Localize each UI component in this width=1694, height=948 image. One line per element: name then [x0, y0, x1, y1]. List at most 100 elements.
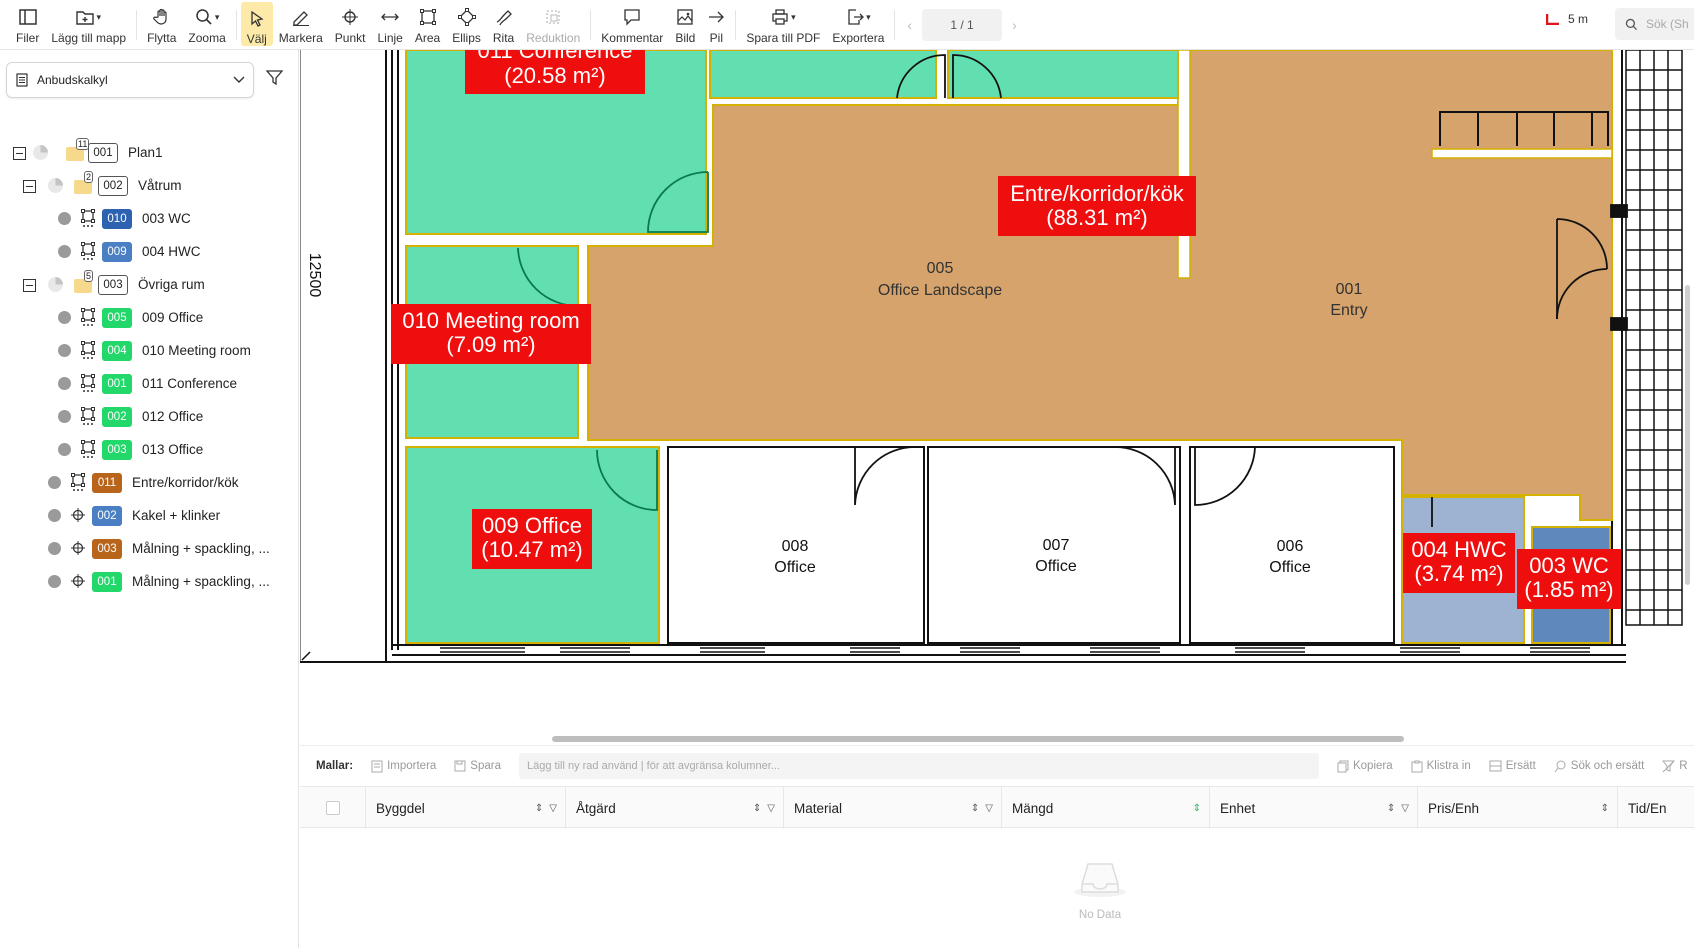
tree-node-004-hwc[interactable]: 009 004 HWC — [0, 239, 299, 265]
tree-node-010-meeting-room[interactable]: 004 010 Meeting room — [0, 338, 299, 364]
tree-node-plan1[interactable]: 11 001 Plan1 — [0, 138, 299, 166]
filter-icon[interactable]: ▽ — [549, 803, 557, 814]
floor-plan[interactable]: 12500 005 Office Landscape 001 Entry 008… — [300, 50, 1694, 738]
draw-button[interactable]: Rita — [487, 0, 520, 48]
tree-node-malning-2[interactable]: 001 Målning + spackling, ... — [0, 569, 299, 595]
filter-icon[interactable] — [266, 70, 283, 86]
tree-node-entre-korridor-kok[interactable]: 011 Entre/korridor/kök — [0, 470, 299, 496]
paste-button[interactable]: Klistra in — [1411, 760, 1471, 773]
zoom-button[interactable]: ▾ Zooma — [182, 0, 231, 48]
sort-icon[interactable]: ⇕ — [535, 803, 543, 814]
files-button[interactable]: Filer — [10, 0, 45, 48]
column-header-enhet[interactable]: Enhet ⇕ ▽ — [1210, 787, 1418, 829]
search-placeholder: Sök (Sh — [1646, 17, 1689, 31]
comment-button[interactable]: Kommentar — [595, 0, 669, 48]
tree-node-vatrum[interactable]: 2 002 Våtrum — [0, 171, 299, 199]
export-button[interactable]: ▾ Exportera — [826, 0, 890, 48]
collapse-toggle-icon[interactable] — [23, 180, 36, 193]
reduction-label: Reduktion — [526, 31, 581, 45]
add-map-button[interactable]: ▾ Lägg till mapp — [45, 0, 132, 48]
code-badge: 004 — [102, 341, 132, 361]
replace-button[interactable]: Ersätt — [1489, 760, 1536, 772]
visibility-dot-icon[interactable] — [58, 212, 71, 225]
tree-node-malning-1[interactable]: 003 Målning + spackling, ... — [0, 536, 299, 562]
copy-button[interactable]: Kopiera — [1337, 760, 1393, 773]
prev-page-icon[interactable]: ‹ — [907, 17, 912, 33]
sort-icon[interactable]: ⇕ — [1387, 803, 1395, 814]
horizontal-scrollbar[interactable] — [552, 736, 1404, 742]
next-page-icon[interactable]: › — [1012, 17, 1017, 33]
draw-label: Rita — [492, 31, 515, 45]
column-header-tid-enh[interactable]: Tid/En — [1618, 787, 1694, 829]
tree-node-kakel-klinker[interactable]: 002 Kakel + klinker — [0, 503, 299, 529]
sort-icon[interactable]: ⇕ — [971, 803, 979, 814]
filter-icon[interactable]: ▽ — [985, 803, 993, 814]
select-all-checkbox[interactable] — [325, 801, 340, 815]
visibility-state-icon[interactable] — [48, 277, 63, 292]
filter-icon[interactable]: ▽ — [767, 803, 775, 814]
drawing-canvas[interactable]: 12500 005 Office Landscape 001 Entry 008… — [300, 50, 1694, 738]
visibility-dot-icon[interactable] — [48, 476, 61, 489]
new-row-input[interactable]: Lägg till ny rad använd | för att avgrän… — [518, 753, 1319, 779]
room-012-office[interactable] — [709, 50, 937, 99]
import-button[interactable]: Importera — [371, 760, 436, 773]
visibility-state-icon[interactable] — [33, 145, 48, 160]
save-template-button[interactable]: Spara — [454, 760, 501, 772]
room-number: 005 — [927, 260, 954, 277]
point-button[interactable]: Punkt — [329, 0, 372, 48]
room-013-office[interactable] — [947, 50, 1179, 99]
visibility-state-icon[interactable] — [48, 178, 63, 193]
folder-icon: 5 — [74, 270, 94, 293]
code-badge: 002 — [102, 407, 132, 427]
vertical-scrollbar[interactable] — [1685, 285, 1690, 585]
tree-node-011-conference[interactable]: 001 011 Conference — [0, 371, 299, 397]
tree-node-013-office[interactable]: 003 013 Office — [0, 437, 299, 463]
reduction-icon — [546, 10, 560, 24]
filter-icon[interactable]: ▽ — [1401, 803, 1409, 814]
more-button[interactable]: R — [1662, 760, 1688, 773]
line-button[interactable]: Linje — [371, 0, 408, 48]
column-header-atgard[interactable]: Åtgärd ⇕ ▽ — [566, 787, 784, 829]
column-header-pris-enh[interactable]: Pris/Enh ⇕ — [1418, 787, 1618, 829]
visibility-dot-icon[interactable] — [58, 410, 71, 423]
visibility-dot-icon[interactable] — [58, 443, 71, 456]
collapse-toggle-icon[interactable] — [23, 279, 36, 292]
visibility-dot-icon[interactable] — [48, 542, 61, 555]
column-header-material[interactable]: Material ⇕ ▽ — [784, 787, 1002, 829]
visibility-dot-icon[interactable] — [48, 575, 61, 588]
tree-node-label: 004 HWC — [142, 244, 201, 259]
save-pdf-button[interactable]: ▾ Spara till PDF — [740, 0, 826, 48]
image-button[interactable]: Bild — [669, 0, 701, 48]
page-indicator[interactable]: 1 / 1 — [922, 9, 1003, 41]
tree-node-009-office[interactable]: 005 009 Office — [0, 305, 299, 331]
reduction-button[interactable]: Reduktion — [520, 0, 586, 48]
column-header-byggdel[interactable]: Byggdel ⇕ ▽ — [366, 787, 566, 829]
sort-icon[interactable]: ⇕ — [1193, 803, 1201, 814]
move-button[interactable]: Flytta — [141, 0, 182, 48]
ellipse-label: Ellips — [452, 31, 481, 45]
tree-node-012-office[interactable]: 002 012 Office — [0, 404, 299, 430]
tree-node-ovriga-rum[interactable]: 5 003 Övriga rum — [0, 270, 299, 298]
search-input[interactable]: Sök (Sh — [1615, 8, 1694, 40]
select-button[interactable]: Välj — [240, 2, 273, 46]
chevron-down-icon: ▾ — [866, 11, 871, 22]
mark-button[interactable]: Markera — [273, 0, 329, 48]
point-label: Punkt — [334, 31, 366, 45]
visibility-dot-icon[interactable] — [58, 344, 71, 357]
column-header-mangd[interactable]: Mängd ⇕ — [1002, 787, 1210, 829]
visibility-dot-icon[interactable] — [58, 311, 71, 324]
visibility-dot-icon[interactable] — [48, 509, 61, 522]
code-badge: 003 — [102, 440, 132, 460]
tree-node-003-wc[interactable]: 010 003 WC — [0, 206, 299, 232]
left-panel: Anbudskalkyl 11 001 Plan1 2 002 Våtrum 010 003 … — [0, 50, 299, 948]
area-button[interactable]: Area — [409, 0, 446, 48]
find-replace-button[interactable]: Sök och ersätt — [1554, 760, 1644, 773]
view-selector-dropdown[interactable]: Anbudskalkyl — [6, 62, 254, 98]
sort-icon[interactable]: ⇕ — [753, 803, 761, 814]
visibility-dot-icon[interactable] — [58, 245, 71, 258]
ellipse-button[interactable]: Ellips — [446, 0, 487, 48]
collapse-toggle-icon[interactable] — [13, 147, 26, 160]
arrow-button[interactable]: Pil — [701, 0, 731, 48]
visibility-dot-icon[interactable] — [58, 377, 71, 390]
sort-icon[interactable]: ⇕ — [1601, 803, 1609, 814]
